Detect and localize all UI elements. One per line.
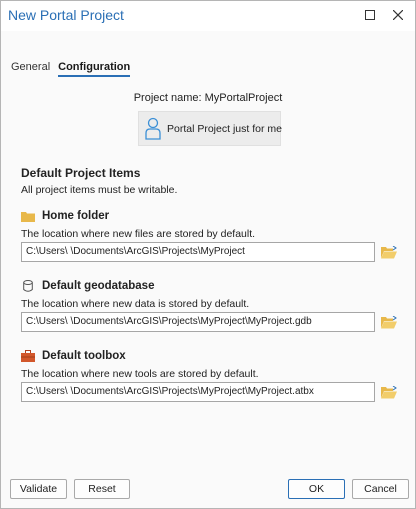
- default-toolbox-description: The location where new tools are stored …: [21, 368, 259, 380]
- maximize-button[interactable]: [357, 4, 383, 26]
- default-toolbox-path-field[interactable]: C:\Users\ \Documents\ArcGIS\Projects\MyP…: [21, 382, 375, 402]
- window-title: New Portal Project: [8, 7, 124, 23]
- home-folder-path-field[interactable]: C:\Users\ \Documents\ArcGIS\Projects\MyP…: [21, 242, 375, 262]
- project-template-card[interactable]: Portal Project just for me: [138, 111, 282, 146]
- default-items-subtitle: All project items must be writable.: [21, 184, 178, 196]
- default-geodatabase-browse-button[interactable]: [381, 315, 397, 329]
- reset-button[interactable]: Reset: [74, 479, 130, 499]
- default-toolbox-heading: Default toolbox: [21, 350, 126, 362]
- folder-open-icon: [381, 385, 397, 398]
- close-icon: [393, 10, 403, 20]
- title-bar: New Portal Project: [1, 1, 415, 31]
- home-folder-browse-button[interactable]: [381, 245, 397, 259]
- default-geodatabase-description: The location where new data is stored by…: [21, 298, 250, 310]
- home-folder-description: The location where new files are stored …: [21, 228, 256, 240]
- default-items-heading: Default Project Items: [21, 166, 141, 180]
- maximize-icon: [365, 10, 375, 20]
- geodatabase-icon: [21, 280, 35, 292]
- default-geodatabase-heading: Default geodatabase: [21, 280, 154, 292]
- home-folder-title: Home folder: [42, 210, 110, 222]
- tab-configuration[interactable]: Configuration: [58, 61, 131, 77]
- ok-button[interactable]: OK: [288, 479, 345, 499]
- close-button[interactable]: [385, 4, 411, 26]
- default-toolbox-title: Default toolbox: [42, 350, 126, 362]
- new-portal-project-dialog: New Portal Project General Configuration…: [0, 0, 416, 509]
- user-icon: [145, 116, 161, 142]
- default-geodatabase-path-field[interactable]: C:\Users\ \Documents\ArcGIS\Projects\MyP…: [21, 312, 375, 332]
- default-geodatabase-title: Default geodatabase: [42, 280, 155, 292]
- project-template-label: Portal Project just for me: [167, 122, 282, 135]
- tab-strip: General Configuration: [11, 61, 131, 77]
- validate-button[interactable]: Validate: [10, 479, 67, 499]
- folder-open-icon: [381, 245, 397, 258]
- home-folder-heading: Home folder: [21, 210, 109, 222]
- cancel-button[interactable]: Cancel: [352, 479, 409, 499]
- tab-general[interactable]: General: [11, 61, 50, 77]
- folder-open-icon: [381, 315, 397, 328]
- toolbox-icon: [21, 350, 35, 362]
- project-name-label: Project name: MyPortalProject: [133, 92, 283, 104]
- default-toolbox-browse-button[interactable]: [381, 385, 397, 399]
- folder-icon: [21, 210, 35, 222]
